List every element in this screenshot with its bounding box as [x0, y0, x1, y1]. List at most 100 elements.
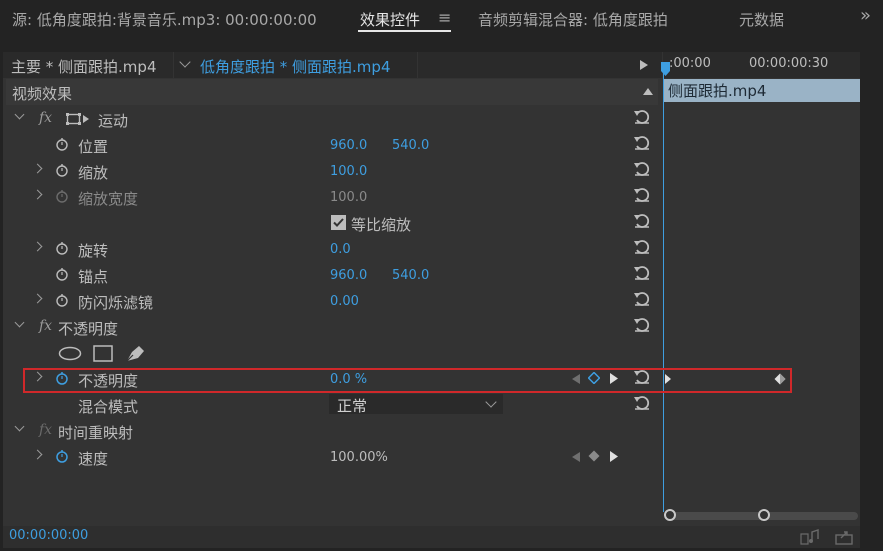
panel-menu-icon[interactable]: ≡: [438, 8, 451, 27]
reset-icon[interactable]: [633, 238, 651, 254]
audio-only-icon[interactable]: [800, 529, 820, 545]
timeline-ruler[interactable]: :00:00 00:00:00:30: [663, 52, 860, 78]
collapse-chevron-icon[interactable]: [14, 317, 25, 328]
opacity-row-highlight: [23, 368, 792, 393]
speed-value[interactable]: 100.00%: [330, 450, 388, 465]
rectangle-mask-icon[interactable]: [93, 345, 113, 362]
clip-bar[interactable]: 侧面跟拍.mp4: [663, 79, 860, 102]
play-triangle-icon[interactable]: [640, 60, 648, 70]
time-remap-effect-row[interactable]: fx 时间重映射: [6, 418, 661, 444]
stopwatch-active-icon[interactable]: [56, 449, 68, 463]
top-tab-bar: 源: 低角度跟拍:背景音乐.mp3: 00:00:00:00 效果控件 ≡ 音频…: [0, 0, 883, 38]
stopwatch-icon[interactable]: [56, 267, 68, 281]
reset-icon[interactable]: [633, 316, 651, 332]
stopwatch-icon: [56, 190, 68, 203]
position-label: 位置: [78, 138, 109, 156]
stopwatch-icon[interactable]: [56, 137, 68, 151]
reset-icon[interactable]: [633, 212, 651, 228]
scale-width-label: 缩放宽度: [78, 190, 139, 208]
chevron-down-icon: [485, 396, 497, 408]
reset-icon[interactable]: [633, 186, 651, 202]
stopwatch-icon[interactable]: [56, 293, 68, 307]
export-icon[interactable]: [835, 529, 855, 545]
ellipse-mask-icon[interactable]: [58, 346, 82, 361]
collapse-chevron-icon[interactable]: [14, 421, 25, 432]
footer-bar: 00:00:00:00: [3, 526, 860, 548]
stopwatch-icon[interactable]: [56, 241, 68, 255]
scale-value[interactable]: 100.0: [330, 164, 367, 179]
reset-icon[interactable]: [633, 394, 651, 410]
tab-audio-clip-mixer[interactable]: 音频剪辑混合器: 低角度跟拍: [478, 9, 668, 30]
playhead-handle[interactable]: [661, 62, 671, 76]
mask-tools-row: [6, 340, 661, 366]
reset-icon[interactable]: [633, 160, 651, 176]
blend-mode-label: 混合模式: [78, 398, 139, 416]
blend-mode-dropdown[interactable]: 正常: [329, 394, 503, 415]
previous-keyframe-icon[interactable]: [572, 452, 580, 462]
sequence-clip-label: 低角度跟拍 * 侧面跟拍.mp4: [200, 58, 391, 76]
scale-width-value: 100.0: [330, 190, 368, 205]
collapse-chevron-icon[interactable]: [14, 109, 25, 120]
expand-chevron-icon[interactable]: [32, 241, 43, 252]
keyframe-timeline[interactable]: :00:00 00:00:00:30 侧面跟拍.mp4: [661, 52, 860, 548]
video-effects-section: 视频效果: [6, 79, 658, 105]
tab-source[interactable]: 源: 低角度跟拍:背景音乐.mp3: 00:00:00:00: [12, 9, 317, 30]
blend-mode-value: 正常: [337, 397, 368, 415]
scale-label: 缩放: [78, 164, 109, 182]
next-keyframe-icon[interactable]: [610, 451, 618, 462]
effect-controls-panel: 主要 * 侧面跟拍.mp4 低角度跟拍 * 侧面跟拍.mp4 视频效果 fx 运…: [3, 52, 860, 548]
anchor-x-value[interactable]: 960.0: [330, 268, 367, 283]
position-y-value[interactable]: 540.0: [392, 138, 429, 153]
tab-metadata[interactable]: 元数据: [739, 9, 784, 30]
reset-icon[interactable]: [633, 108, 651, 124]
chevron-down-icon: [179, 56, 191, 68]
zoom-handle-left[interactable]: [663, 508, 677, 522]
blend-mode-row: 混合模式 正常: [6, 392, 661, 418]
add-keyframe-icon[interactable]: [588, 450, 600, 462]
anti-flicker-value[interactable]: 0.00: [330, 294, 359, 309]
video-effects-label: 视频效果: [12, 85, 73, 103]
pen-mask-icon[interactable]: [124, 343, 148, 363]
ruler-end-time: 00:00:00:30: [749, 56, 829, 71]
scroll-up-icon[interactable]: [643, 88, 653, 95]
overflow-tabs-icon[interactable]: »: [860, 5, 871, 26]
uniform-scale-label: 等比缩放: [351, 216, 412, 234]
current-timecode[interactable]: 00:00:00:00: [9, 528, 88, 543]
sequence-clip-selector[interactable]: 低角度跟拍 * 侧面跟拍.mp4: [174, 52, 417, 78]
stopwatch-icon[interactable]: [56, 163, 68, 177]
master-clip-header: 主要 * 侧面跟拍.mp4: [3, 52, 173, 78]
motion-label: 运动: [98, 112, 129, 130]
opacity-effect-row[interactable]: fx 不透明度: [6, 314, 661, 340]
expand-chevron-icon[interactable]: [32, 293, 43, 304]
master-clip-label: 主要 * 侧面跟拍.mp4: [11, 58, 157, 76]
anchor-row: 锚点 960.0 540.0: [6, 262, 661, 288]
fx-icon[interactable]: fx: [39, 318, 52, 334]
expand-chevron-icon[interactable]: [32, 449, 43, 460]
uniform-scale-row: 等比缩放: [6, 210, 661, 236]
anti-flicker-row: 防闪烁滤镜 0.00: [6, 288, 661, 314]
reset-icon[interactable]: [633, 264, 651, 280]
expand-chevron-icon[interactable]: [32, 189, 43, 200]
expand-chevron-icon[interactable]: [32, 163, 43, 174]
transform-icon[interactable]: [66, 112, 90, 126]
zoom-handle-right[interactable]: [757, 508, 771, 522]
active-tab-underline: [358, 30, 451, 32]
anchor-y-value[interactable]: 540.0: [392, 268, 429, 283]
clip-bar-label: 侧面跟拍.mp4: [668, 82, 767, 100]
playhead-line[interactable]: [663, 62, 664, 512]
fx-icon[interactable]: fx: [39, 422, 52, 438]
position-x-value[interactable]: 960.0: [330, 138, 367, 153]
header-spacer: [418, 52, 662, 78]
uniform-scale-checkbox[interactable]: [331, 215, 346, 230]
motion-effect-row[interactable]: fx 运动: [6, 106, 661, 132]
tab-effect-controls[interactable]: 效果控件: [360, 9, 420, 30]
anchor-label: 锚点: [78, 268, 109, 286]
fx-icon[interactable]: fx: [39, 110, 52, 126]
scale-row: 缩放 100.0: [6, 158, 661, 184]
speed-label: 速度: [78, 450, 109, 468]
reset-icon[interactable]: [633, 290, 651, 306]
rotation-value[interactable]: 0.0: [330, 242, 351, 257]
reset-icon[interactable]: [633, 134, 651, 150]
opacity-effect-label: 不透明度: [58, 320, 119, 338]
rotation-row: 旋转 0.0: [6, 236, 661, 262]
